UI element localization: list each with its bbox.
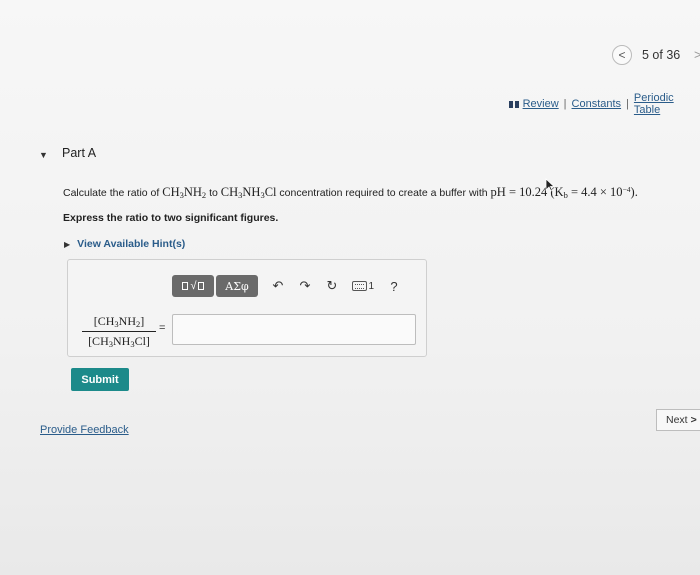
redo-icon[interactable]: ↷ xyxy=(298,278,312,293)
chevron-right-icon: > xyxy=(694,46,700,62)
chevron-left-icon: < xyxy=(618,48,626,62)
next-item-button[interactable]: > xyxy=(694,44,700,64)
instruction-text: Express the ratio to two significant fig… xyxy=(63,212,279,224)
template-box-icon xyxy=(182,282,189,290)
symbols-button[interactable]: ΑΣφ xyxy=(216,275,258,297)
kb-value: (Kb = 4.4 × 10−4). xyxy=(547,185,638,200)
item-count: 5 of 36 xyxy=(642,48,681,62)
separator: | xyxy=(563,98,567,110)
part-title[interactable]: Part A xyxy=(62,146,96,160)
ph-value: pH = 10.24 xyxy=(490,185,548,199)
answer-input[interactable] xyxy=(172,314,416,345)
review-link[interactable]: Review xyxy=(523,98,559,110)
resource-links: Review | Constants | Periodic Table xyxy=(509,92,700,116)
next-button[interactable]: Next > xyxy=(656,409,700,431)
keyboard-shortcuts-button[interactable]: 1 xyxy=(352,279,374,293)
page: < 5 of 36 > Review | Constants | Periodi… xyxy=(0,0,700,575)
help-icon[interactable]: ? xyxy=(387,279,401,294)
pager: < 5 of 36 > xyxy=(612,44,700,66)
view-hints-toggle[interactable]: ▶ View Available Hint(s) xyxy=(64,238,185,250)
species-ch3nh2: CH3NH2 xyxy=(162,185,207,200)
expand-triangle-icon: ▶ xyxy=(64,239,71,249)
next-label: Next xyxy=(666,414,688,426)
undo-icon[interactable]: ↶ xyxy=(271,278,285,293)
species-ch3nh3cl: CH3NH3Cl xyxy=(220,185,277,200)
answer-panel: √ ΑΣφ ↶ ↷ ↻ 1 ? [CH3NH2] [CH3NH3Cl] = xyxy=(67,259,427,357)
mouse-pointer-icon xyxy=(545,178,555,192)
keyboard-icon xyxy=(352,281,368,291)
periodic-table-link[interactable]: Periodic Table xyxy=(634,92,700,116)
provide-feedback-link[interactable]: Provide Feedback xyxy=(40,424,129,436)
hint-label: View Available Hint(s) xyxy=(77,238,186,250)
math-toolbar: √ ΑΣφ ↶ ↷ ↻ 1 ? xyxy=(172,275,401,297)
fraction-denominator: [CH3NH3Cl] xyxy=(88,334,150,349)
radical-icon: √ xyxy=(190,280,197,292)
book-icon xyxy=(509,100,519,108)
constants-link[interactable]: Constants xyxy=(572,98,622,110)
template-box-icon xyxy=(197,282,204,290)
templates-button[interactable]: √ xyxy=(172,275,214,297)
separator: | xyxy=(626,98,629,110)
submit-button[interactable]: Submit xyxy=(71,368,129,391)
reset-icon[interactable]: ↻ xyxy=(325,278,339,293)
previous-item-button[interactable]: < xyxy=(612,45,632,65)
equals-sign: = xyxy=(159,322,166,334)
ratio-fraction-label: [CH3NH2] [CH3NH3Cl] xyxy=(82,314,156,349)
fraction-numerator: [CH3NH2] xyxy=(82,314,156,332)
collapse-triangle-icon[interactable]: ▼ xyxy=(39,150,48,160)
chevron-right-icon: > xyxy=(690,414,697,426)
symbols-label: ΑΣφ xyxy=(225,279,249,293)
